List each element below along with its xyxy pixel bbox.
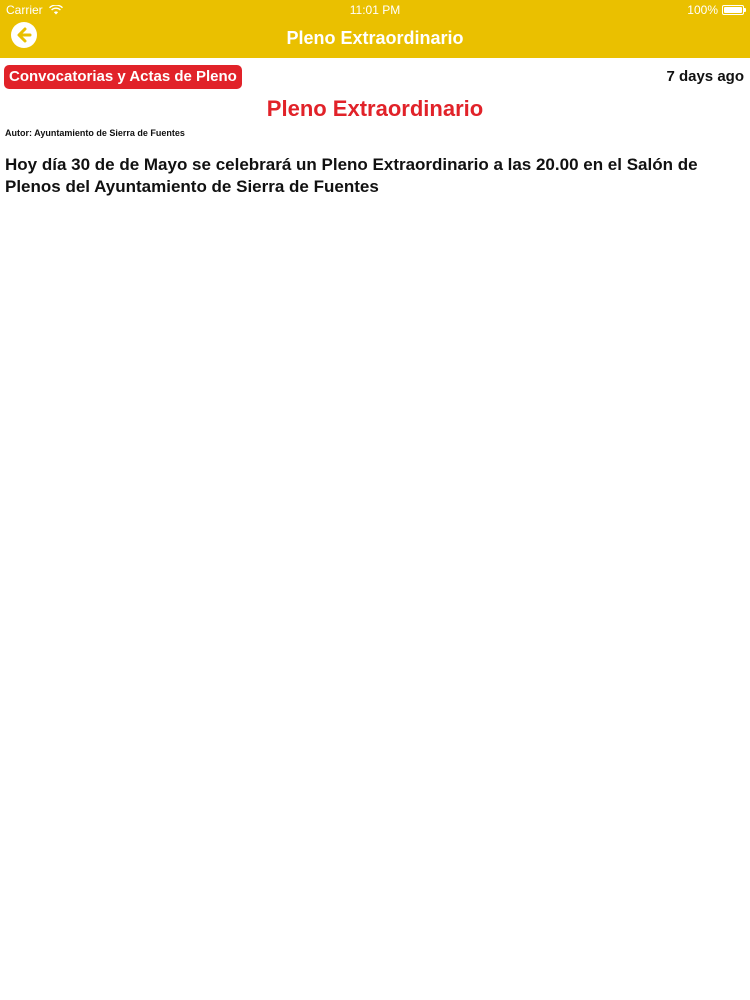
nav-title: Pleno Extraordinario [286,28,464,48]
battery-icon [722,5,746,15]
article-body: Hoy día 30 de de Mayo se celebrará un Pl… [5,155,698,196]
article-title: Pleno Extraordinario [266,96,484,121]
category-badge[interactable]: Convocatorias y Actas de Pleno [4,65,242,89]
article-author: Autor: Ayuntamiento de Sierra de Fuentes [5,128,185,138]
status-time: 11:01 PM [349,3,401,17]
post-age: 7 days ago [666,68,744,85]
status-bar: Carrier 11:01 PM 100% [0,0,750,20]
status-battery: 100% [687,3,746,17]
battery-percentage: 100% [687,3,718,17]
navigation-bar: Carrier 11:01 PM 100% Pleno Extraordinar… [0,0,750,58]
